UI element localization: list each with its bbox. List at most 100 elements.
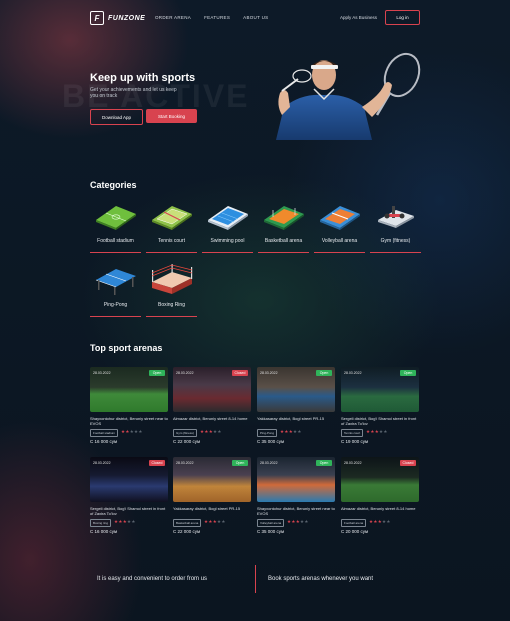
arena-address: Sergeli district, Bog'i Shamol street in… — [90, 506, 166, 516]
arena-card[interactable]: 28.03.2022 Open Yakkasaray district, Bogl … — [173, 457, 251, 534]
arena-card[interactable]: 28.03.2022 Open Sergeli district, Bog'i Sh… — [341, 367, 419, 444]
arena-card[interactable]: 28.03.2022 Open Yakkasaray district, Bogl … — [257, 367, 335, 444]
download-app-button[interactable]: Download App — [90, 109, 143, 125]
arena-card[interactable]: 28.03.2022 Open Shayxontohur district, Ber… — [257, 457, 335, 534]
arena-date: 28.03.2022 — [344, 371, 362, 375]
start-booking-button[interactable]: Start Booking — [146, 109, 197, 123]
nav-item-about-us[interactable]: ABOUT US — [243, 15, 268, 20]
arena-address: Sergeli district, Bog'i Shamol street in… — [341, 416, 417, 426]
category-swimming-pool[interactable]: Swimming pool — [202, 200, 253, 253]
arena-photo[interactable]: 28.03.2022 Open — [341, 367, 419, 412]
arena-rating: ★★★★★ — [366, 429, 388, 435]
star-icon: ★ — [221, 519, 226, 524]
arena-photo[interactable]: 28.03.2022 Open — [173, 457, 251, 502]
star-icon: ★ — [383, 429, 388, 434]
arena-status-badge: Open — [149, 370, 165, 376]
star-icon: ★ — [138, 429, 143, 434]
category-label: Basketball arena — [264, 238, 303, 244]
arena-date: 28.03.2022 — [93, 461, 111, 465]
arena-date: 28.03.2022 — [260, 461, 278, 465]
arena-address: Shayxontohur district, Beruniy street ne… — [257, 506, 335, 516]
arena-card[interactable]: 28.03.2022 Open Shayxontohur district, Ber… — [90, 367, 168, 444]
nav-item-order-arena[interactable]: ORDER ARENA — [155, 15, 191, 20]
star-icon: ★ — [217, 429, 222, 434]
arena-date: 28.03.2022 — [93, 371, 111, 375]
hero-athlete-illustration — [276, 52, 421, 140]
arena-category-tag: Volleyball arena — [257, 519, 285, 527]
arena-address: Yakkasaray district, Bogl street PR-15 — [257, 416, 325, 421]
arena-card[interactable]: 28.03.2022 Closed Sergeli district, Bog'i … — [90, 457, 168, 534]
category-label: Ping-Pong — [103, 302, 128, 308]
arena-photo[interactable]: 28.03.2022 Open — [257, 367, 335, 412]
hero-subtitle: Get your achievements and let us keep yo… — [90, 87, 177, 99]
tennis-court-icon — [152, 206, 192, 230]
arena-date: 28.03.2022 — [344, 461, 362, 465]
arena-status-badge: Open — [316, 370, 332, 376]
basketball-court-icon — [264, 206, 304, 230]
arena-rating: ★★★★★ — [280, 429, 302, 435]
arena-status-badge: Open — [316, 460, 332, 466]
arena-price: C 16 000 сум — [90, 529, 118, 534]
arena-photo[interactable]: 28.03.2022 Closed — [173, 367, 251, 412]
hero-title: Keep up with sports — [90, 72, 196, 84]
category-gym[interactable]: Gym (fitness) — [370, 200, 421, 253]
arena-photo[interactable]: 28.03.2022 Open — [257, 457, 335, 502]
login-button[interactable]: Log in — [385, 10, 420, 25]
arena-price: C 19 000 сум — [341, 439, 369, 444]
arena-rating: ★★★★★ — [121, 429, 143, 435]
category-label: Tennis court — [158, 238, 185, 244]
star-icon: ★ — [304, 519, 309, 524]
arena-price: C 22 000 сум — [173, 439, 201, 444]
footer-right-text: Book sports arenas whenever you want — [268, 576, 374, 582]
arena-status-badge: Closed — [232, 370, 248, 376]
footer-left-text: It is easy and convenient to order from … — [97, 576, 208, 582]
gym-icon — [378, 206, 414, 228]
star-icon: ★ — [297, 429, 302, 434]
logo-mark-icon: F — [90, 11, 104, 25]
category-tennis-court[interactable]: Tennis court — [146, 200, 197, 253]
category-basketball-arena[interactable]: Basketball arena — [258, 200, 309, 253]
football-field-icon — [96, 206, 136, 230]
arena-rating: ★★★★★ — [369, 519, 391, 525]
ping-pong-table-icon — [95, 269, 136, 295]
arena-category-tag: Basketball arena — [173, 519, 202, 527]
arena-photo[interactable]: 28.03.2022 Closed — [341, 457, 419, 502]
nav-item-features[interactable]: FEATURES — [204, 15, 230, 20]
arena-address: Almazar district, Beruniy street 8-14 ho… — [173, 416, 248, 421]
arena-photo[interactable]: 28.03.2022 Open — [90, 367, 168, 412]
arena-card[interactable]: 28.03.2022 Closed Almazar district, Beruni… — [173, 367, 251, 444]
arena-category-tag: Gym (fitness) — [173, 429, 197, 437]
arena-price: C 35 000 сум — [257, 439, 285, 444]
arena-price: C 20 000 сум — [341, 529, 369, 534]
arena-price: C 16 000 сум — [90, 439, 118, 444]
star-icon: ★ — [131, 519, 136, 524]
category-label: Volleyball arena — [321, 238, 358, 244]
arena-rating: ★★★★★ — [204, 519, 226, 525]
logo-text: FUNZONE — [108, 14, 146, 22]
arena-category-tag: Tennis court — [341, 429, 364, 437]
categories-heading: Categories — [90, 180, 137, 190]
apply-as-business-link[interactable]: Apply As Business — [340, 15, 377, 20]
arena-category-tag: Football arena — [341, 519, 367, 527]
category-label: Boxing Ring — [158, 302, 185, 308]
top-arenas-heading: Top sport arenas — [90, 343, 163, 353]
arena-category-tag: Ping-Pong — [257, 429, 278, 437]
category-boxing-ring[interactable]: Boxing Ring — [146, 264, 197, 317]
arena-status-badge: Closed — [400, 460, 416, 466]
volleyball-court-icon — [320, 206, 360, 230]
arena-rating: ★★★★★ — [200, 429, 222, 435]
arena-category-tag: Boxing ring — [90, 519, 112, 527]
category-label: Football stadium — [97, 238, 134, 244]
logo[interactable]: F FUNZONE — [90, 11, 145, 25]
category-football-stadium[interactable]: Football stadium — [90, 200, 141, 253]
arena-card[interactable]: 28.03.2022 Closed Almazar district, Beruni… — [341, 457, 419, 534]
category-ping-pong[interactable]: Ping-Pong — [90, 264, 141, 317]
main-nav: ORDER ARENA FEATURES ABOUT US — [155, 15, 268, 20]
arena-photo[interactable]: 28.03.2022 Closed — [90, 457, 168, 502]
category-volleyball-arena[interactable]: Volleyball arena — [314, 200, 365, 253]
swimming-pool-icon — [208, 206, 248, 230]
arena-date: 28.03.2022 — [176, 371, 194, 375]
footer-divider — [255, 565, 256, 593]
arena-category-tag: Football stadium — [90, 429, 119, 437]
star-icon: ★ — [386, 519, 391, 524]
